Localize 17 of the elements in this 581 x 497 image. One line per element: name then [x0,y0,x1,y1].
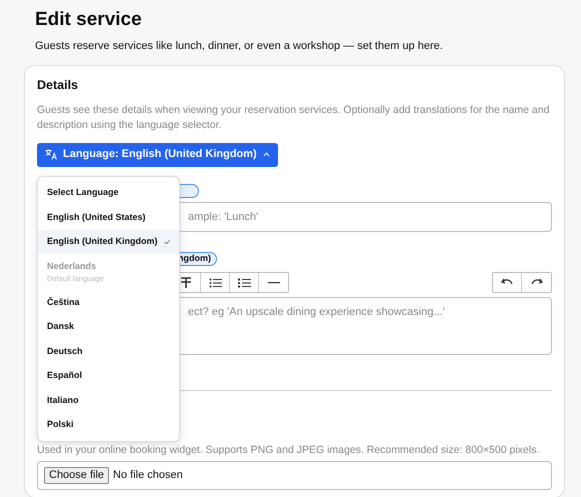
language-option[interactable]: Dansk [38,314,179,339]
menu-header: Select Language [46,186,120,199]
section-heading: Details [37,78,79,92]
choose-file-button[interactable]: Choose file [44,467,110,484]
file-status: No file chosen [113,468,183,484]
page-subtitle: Guests reserve services like lunch, dinner, or even a workshop — set them up here. [35,39,444,54]
language-button[interactable]: Language: English (United Kingdom) [37,142,278,166]
image-help-text: Used in your online booking widget. Supports PNG and JPEG images. Recommended size: 800×500 pixels. [37,443,540,457]
language-option[interactable]: English (United Kingdom) [38,230,179,254]
page-title: Edit service [35,8,143,32]
language-option[interactable]: Italiano [38,388,179,412]
section-description: Guests see these details when viewing your reservation services. Optionally add translations for the name and description using the language selector. [37,102,550,132]
file-field[interactable]: Choose file No file chosen [37,461,552,490]
language-option[interactable]: English (United States) [38,205,179,230]
language-option[interactable]: Polski [38,412,179,437]
language-option[interactable]: Español [38,364,179,388]
language-option: Nederlands [47,260,96,274]
